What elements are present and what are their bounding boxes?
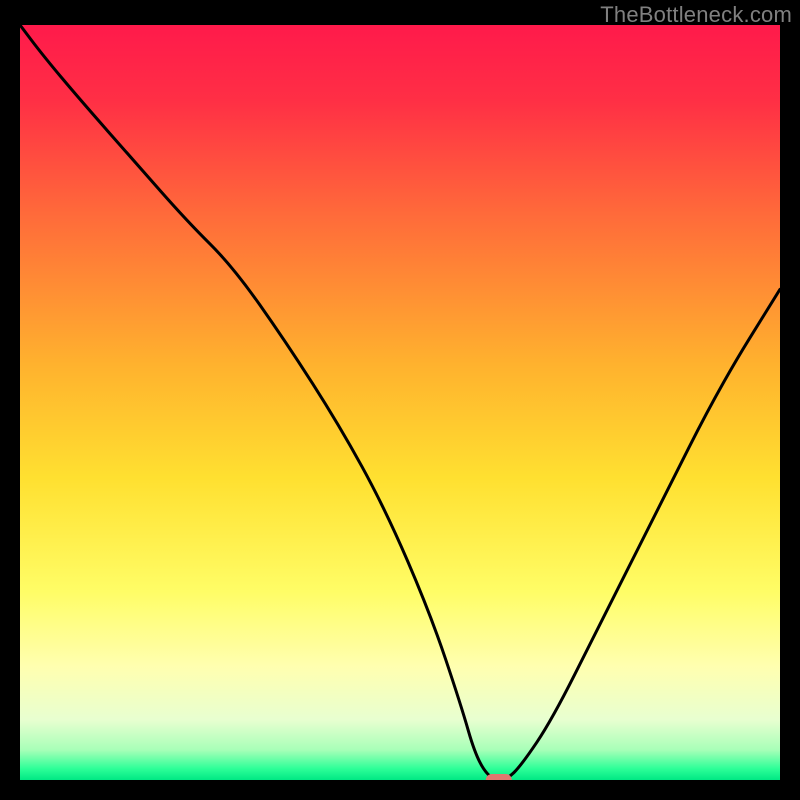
gradient-background <box>20 25 780 780</box>
plot-area <box>20 25 780 780</box>
watermark-label: TheBottleneck.com <box>600 2 792 28</box>
chart-svg <box>20 25 780 780</box>
bottleneck-marker <box>486 774 512 780</box>
chart-frame: TheBottleneck.com <box>0 0 800 800</box>
